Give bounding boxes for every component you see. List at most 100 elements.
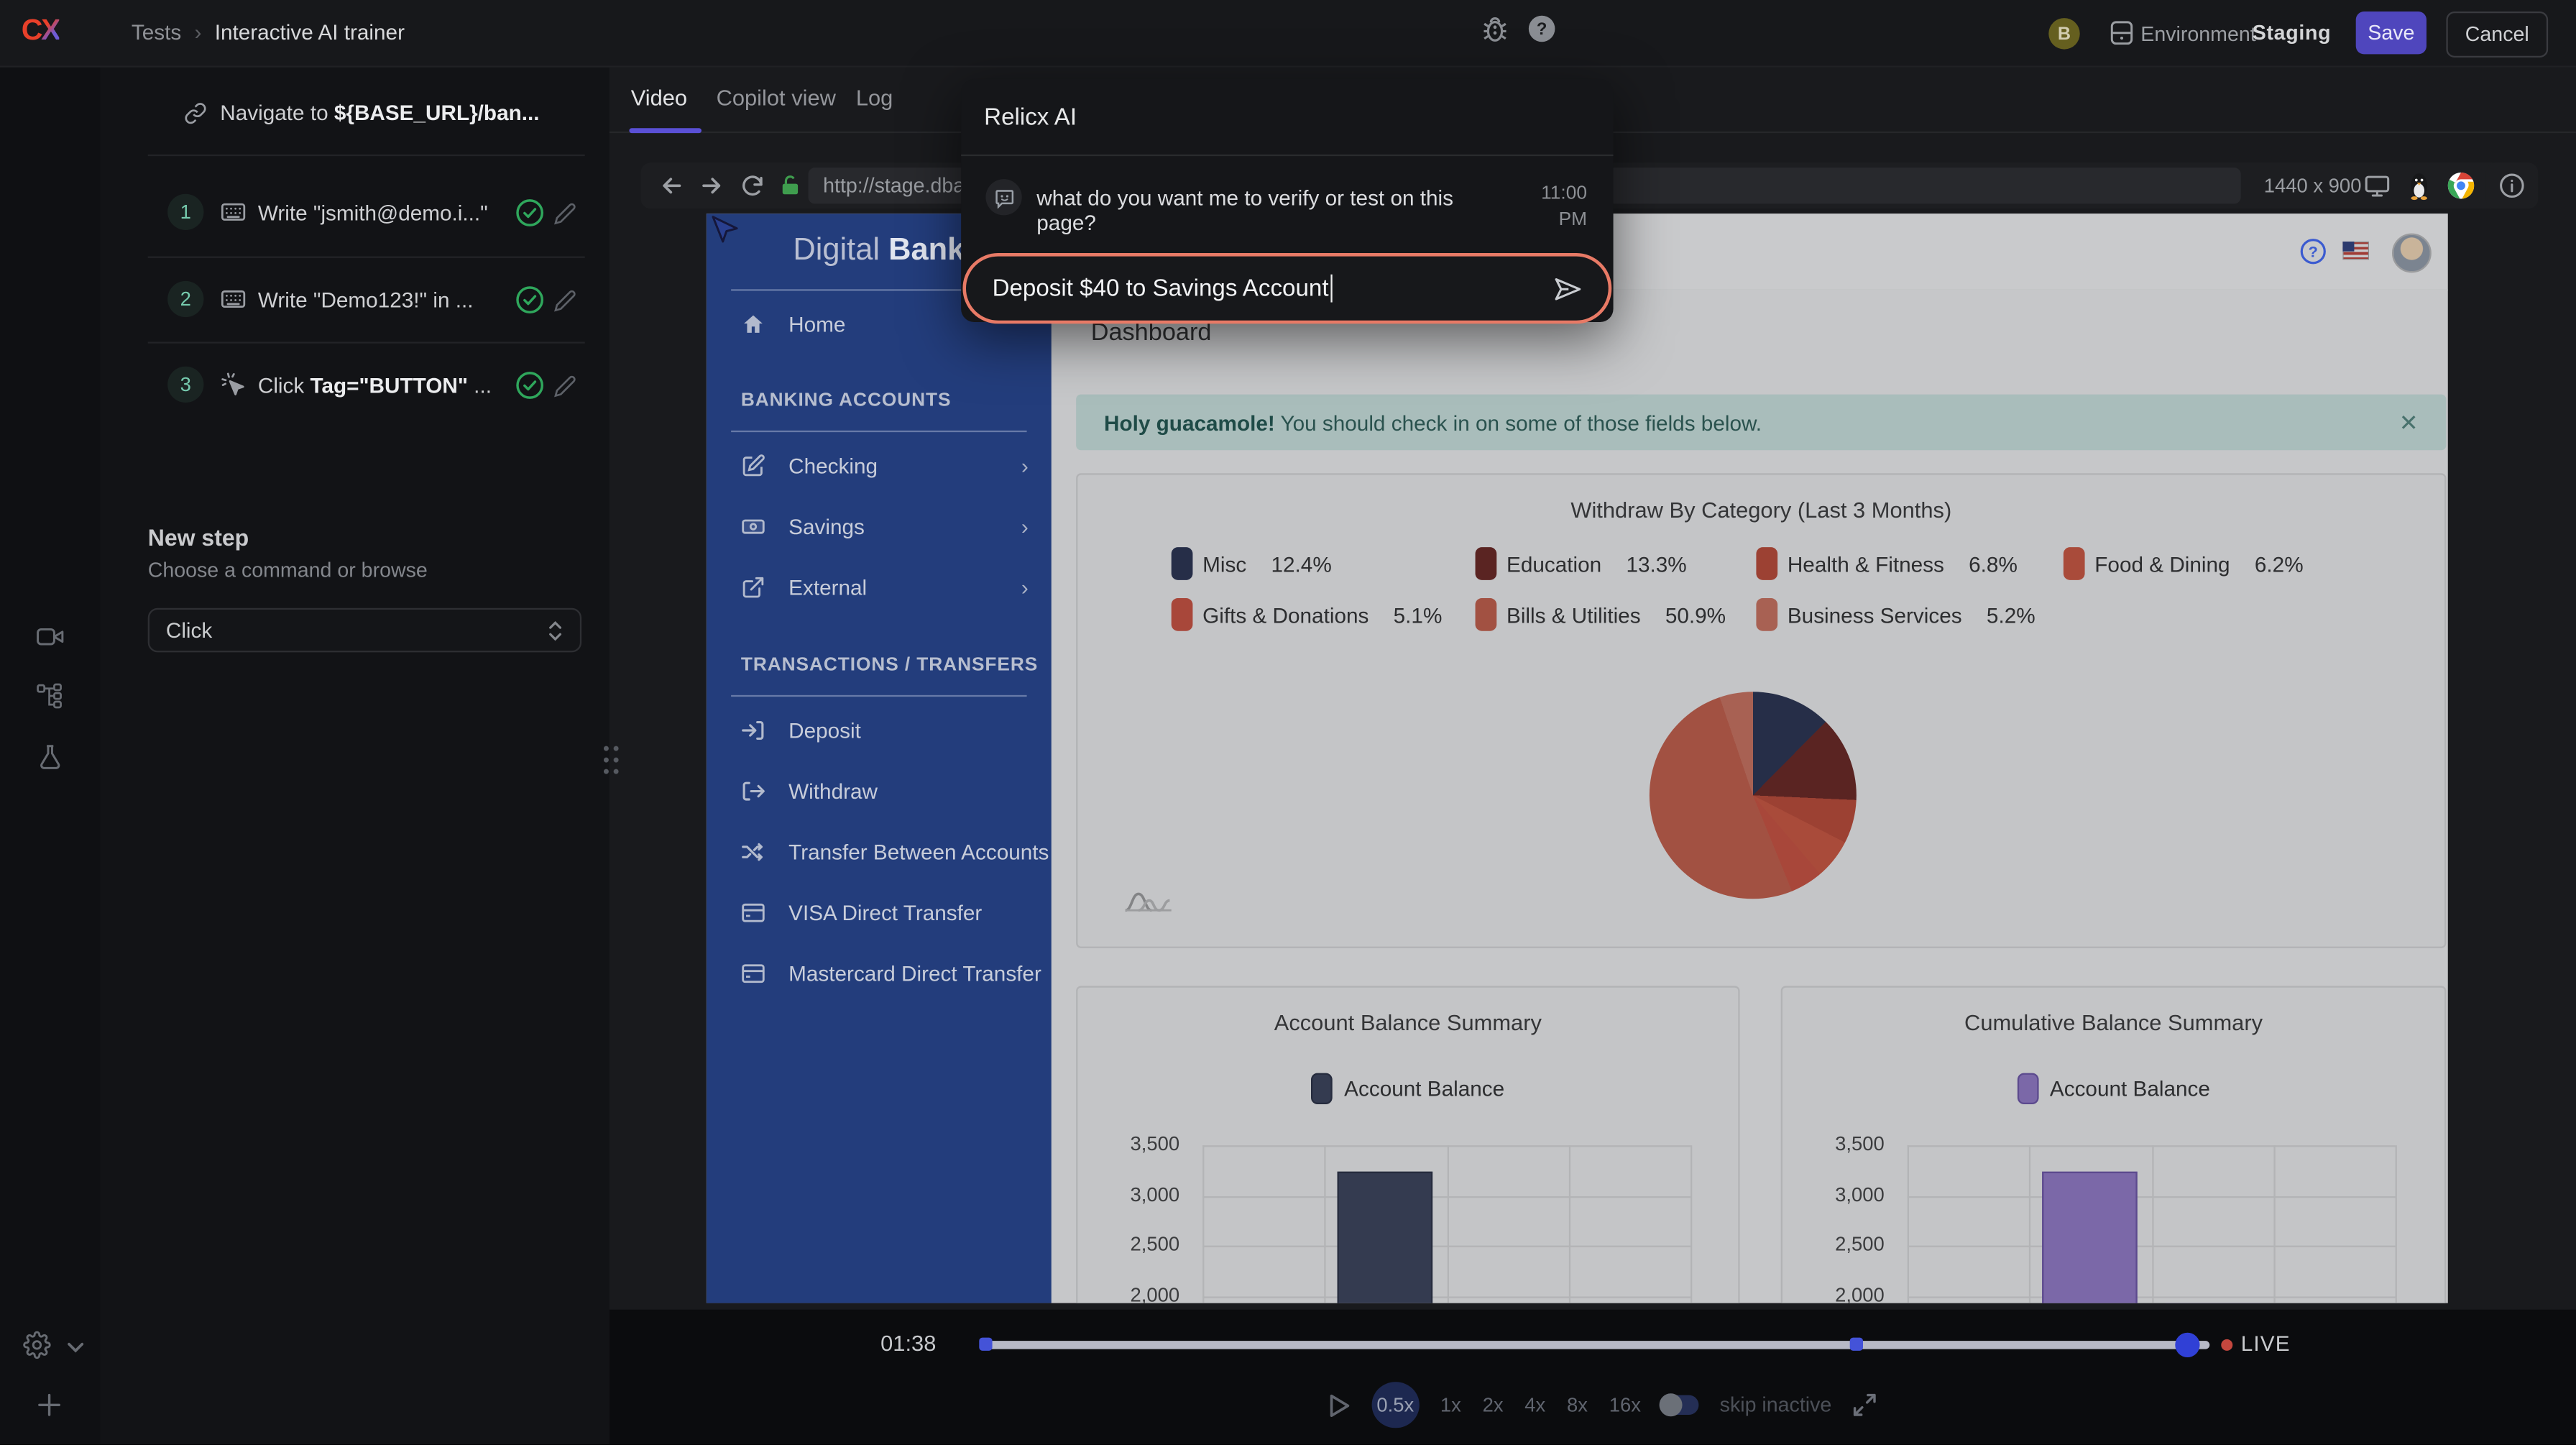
pie-legend-item[interactable]: Business Services5.2% [1756,598,2063,631]
tab-video[interactable]: Video [631,86,687,110]
viewport-resolution: 1440 x 900 [2264,174,2362,197]
pie-legend-item[interactable]: Food & Dining6.2% [2064,547,2304,580]
new-step-title: New step [148,524,249,551]
speed-0_5x[interactable]: 0.5x [1372,1382,1420,1428]
sidebar-item-label: Checking [788,453,878,477]
legend-value: 12.4% [1271,551,1331,576]
pie-legend-item[interactable]: Bills & Utilities 50.9% [1476,598,1757,631]
sidebar-item-mastercard-direct-transfer[interactable]: Mastercard Direct Transfer [707,951,1052,994]
breadcrumb-tests[interactable]: Tests [132,19,181,44]
cx-logo-c: C [22,13,41,46]
timeline-event-marker[interactable] [1850,1338,1863,1351]
speed-1x[interactable]: 1x [1440,1393,1461,1416]
divider [731,431,1026,432]
workflow-tree-icon[interactable] [36,682,64,710]
divider [148,155,585,156]
cx-logo-x: X [41,13,59,46]
pie-legend-item[interactable]: Misc12.4% [1172,547,1476,580]
speed-8x[interactable]: 8x [1567,1393,1588,1416]
legend-swatch [2064,547,2085,580]
legend-label: Education [1506,551,1601,576]
pie-legend-item[interactable]: Health & Fitness6.8% [1756,547,2063,580]
bank-sidebar: Digital Bank Home BANKING ACCOUNTS Check… [707,214,1052,1303]
assistant-message: what do you want me to verify or test on… [1036,185,1513,235]
add-icon[interactable] [36,1392,64,1420]
timeline-scrubber[interactable] [983,1341,2209,1349]
step-success-icon [516,372,544,400]
edit-step-icon[interactable] [553,289,576,312]
edit-step-icon[interactable] [553,375,576,398]
top-bar: CX Tests › Interactive AI trainer ? B En… [0,0,2576,68]
withdraw-icon [741,778,765,802]
playback-time: 01:38 [880,1331,936,1355]
legend-swatch [1756,547,1777,580]
sidebar-item-savings[interactable]: Savings › [707,505,1052,547]
tab-copilot-view[interactable]: Copilot view [717,86,836,110]
sidebar-section-banking-accounts: BANKING ACCOUNTS [741,391,952,410]
sidebar-item-label: Home [788,311,845,336]
sidebar-item-deposit[interactable]: Deposit [707,708,1052,751]
cx-logo[interactable]: CX [22,13,60,47]
panel-resize-handle[interactable] [602,743,621,776]
chrome-browser-icon [2448,173,2475,199]
sidebar-item-withdraw[interactable]: Withdraw [707,769,1052,812]
back-icon[interactable] [659,173,686,199]
speed-16x[interactable]: 16x [1609,1393,1641,1416]
send-icon[interactable] [1552,274,1582,303]
skip-inactive-toggle[interactable] [1662,1395,1698,1415]
pie-legend-item[interactable]: Gifts & Donations5.1% [1172,598,1476,631]
forward-icon[interactable] [698,173,724,199]
command-select[interactable]: Click [148,608,581,653]
sidebar-item-transfer-between-accounts[interactable]: Transfer Between Accounts [707,830,1052,872]
environment-value[interactable]: Staging [2253,22,2332,45]
us-flag-icon[interactable] [2342,242,2369,260]
bank-help-icon[interactable]: ? [2300,238,2327,265]
legend-value: 5.1% [1394,602,1443,627]
sidebar-item-label: Mastercard Direct Transfer [788,960,1041,985]
bank-user-avatar[interactable] [2392,234,2432,273]
pie-legend-item[interactable]: Education13.3% [1476,547,1757,580]
step-label: Write "Demo123!" in ... [258,288,474,312]
speed-4x[interactable]: 4x [1524,1393,1545,1416]
pie-chart [1650,692,1857,899]
flask-icon[interactable] [36,743,64,771]
video-viewport[interactable]: Digital Bank Home BANKING ACCOUNTS Check… [707,214,2448,1303]
cancel-button[interactable]: Cancel [2446,12,2548,58]
speed-2x[interactable]: 2x [1483,1393,1504,1416]
ai-input-value: Deposit $40 to Savings Account [993,275,1329,302]
play-icon[interactable] [1329,1393,1351,1417]
fullscreen-icon[interactable] [1853,1393,1876,1416]
skip-inactive-label: skip inactive [1720,1393,1832,1416]
ai-command-input[interactable]: Deposit $40 to Savings Account [962,253,1611,324]
playhead-knob[interactable] [2175,1333,2199,1357]
divider [148,341,585,343]
legend-label: Bills & Utilities [1506,602,1641,627]
edit-step-icon[interactable] [553,202,576,225]
user-avatar[interactable]: B [2048,18,2079,49]
sidebar-item-external[interactable]: External › [707,565,1052,607]
chevron-down-icon[interactable] [65,1338,85,1357]
sidebar-item-checking[interactable]: Checking › [707,444,1052,486]
keyboard-icon [220,286,247,313]
session-info-button[interactable] [2485,162,2538,208]
video-camera-icon[interactable] [36,623,64,651]
save-button[interactable]: Save [2356,12,2426,54]
alert-close-icon[interactable]: ✕ [2399,408,2419,436]
help-icon[interactable]: ? [1528,15,1556,43]
refresh-icon[interactable] [740,173,766,199]
sidebar-item-visa-direct-transfer[interactable]: VISA Direct Transfer [707,891,1052,933]
legend-label: Food & Dining [2094,551,2230,576]
svg-text:?: ? [1537,19,1547,39]
live-indicator-dot [2221,1339,2232,1351]
legend-swatch [1476,547,1497,580]
bug-icon[interactable] [1482,15,1509,45]
monitor-icon[interactable] [2364,173,2391,199]
timeline-start-marker[interactable] [979,1338,992,1351]
tab-log[interactable]: Log [856,86,893,110]
step-number: 3 [167,367,203,403]
gear-icon[interactable] [23,1331,51,1359]
legend-value: 50.9% [1665,602,1726,627]
command-select-value: Click [166,618,212,642]
sidebar-item-label: Transfer Between Accounts [788,839,1049,863]
remote-cursor-icon [709,215,739,244]
